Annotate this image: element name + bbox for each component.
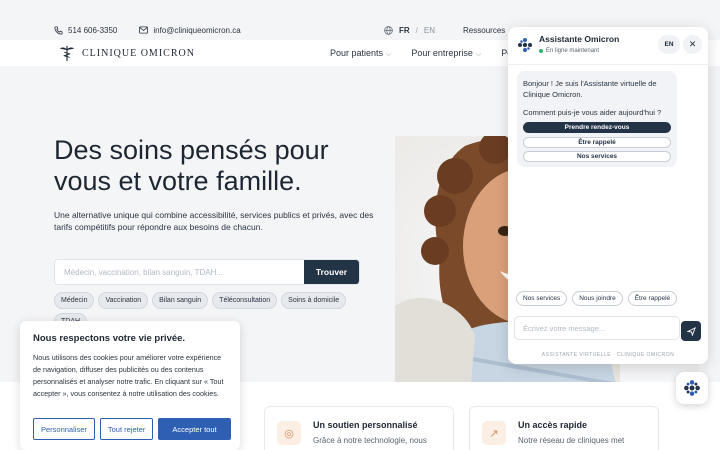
quick-reply-contact[interactable]: Nous joindre [572,291,623,306]
caduceus-icon [59,45,75,62]
quick-reply-services[interactable]: Nos services [516,291,568,306]
chat-launcher-button[interactable] [676,372,708,404]
email-address: info@cliniqueomicron.ca [153,25,241,35]
cookie-title: Nous respectons votre vie privée. [33,333,186,344]
lang-fr[interactable]: FR [399,26,410,35]
chip-vaccination[interactable]: Vaccination [98,292,149,309]
phone-icon [54,25,63,35]
chip-teleconsultation[interactable]: Téléconsultation [212,292,278,309]
nav-item-patients[interactable]: Pour patients ⌵ [330,48,391,59]
quick-replies: Nos services Nous joindre Être rappelé [516,291,678,306]
message-input[interactable] [515,317,679,339]
chevron-down-icon: ⌵ [386,51,392,58]
phone-number: 514 606-3350 [68,25,118,35]
target-icon: ◎ [277,421,301,445]
cookie-banner: Nous respectons votre vie privée. Nous u… [20,321,240,450]
chat-footer: ASSISTANTE VIRTUELLE · CLINIQUE OMICRON [541,352,675,358]
search-input[interactable] [55,260,304,284]
feature-desc: Notre réseau de cliniques met [518,436,625,445]
nav-label: Pour patients [330,48,384,58]
quick-reply-callback[interactable]: Être rappelé [627,291,678,306]
nav-label: Pour entreprise [411,48,473,58]
online-status: En ligne maintenant [539,48,599,54]
resources-link[interactable]: Ressources [463,26,505,35]
assistant-logo-icon [518,38,532,52]
feature-card: ↗ Un accès rapide Notre réseau de cliniq… [469,406,659,450]
chat-widget: Assistante Omicron En ligne maintenant E… [508,27,708,364]
chat-header: Assistante Omicron En ligne maintenant E… [508,27,708,65]
main-nav: Pour patients⌵ Pour entreprise⌵ Porta [330,48,523,59]
question-text: Comment puis-je vous aider aujourd'hui ? [523,108,662,117]
assistant-name: Assistante Omicron [539,34,620,44]
customize-button[interactable]: Personnaliser [33,418,95,440]
external-link-icon: ↗ [482,421,506,445]
assistant-logo-icon [684,380,700,396]
lang-en[interactable]: EN [424,26,435,35]
search-button[interactable]: Trouver [304,260,359,284]
globe-icon [384,25,393,35]
mail-icon [139,26,149,34]
message-composer [514,316,680,340]
logo-text: Clinique Omicron [82,47,195,59]
phone-link[interactable]: 514 606-3350 [54,26,117,35]
hero-title: Des soins pensés pour vous et votre fami… [54,135,329,196]
chip-bilan-sanguin[interactable]: Bilan sanguin [152,292,209,309]
chat-language-button[interactable]: EN [658,35,680,54]
callback-button[interactable]: Être rappelé [523,137,671,148]
chip-soins-domicile[interactable]: Soins à domicile [281,292,347,309]
greeting-text: Bonjour ! Je suis l'Assistante virtuelle… [523,79,657,99]
feature-card: ◎ Un soutien personnalisé Grâce à notre … [264,406,454,450]
search-bar: Trouver [54,259,360,285]
email-link[interactable]: info@cliniqueomicron.ca [139,25,241,35]
close-icon[interactable]: ✕ [683,35,702,54]
lang-separator: / [415,25,418,35]
feature-desc: Grâce à notre technologie, nous [313,436,427,445]
accept-all-button[interactable]: Accepter tout [158,418,231,440]
chevron-down-icon: ⌵ [475,51,482,58]
site-logo[interactable]: Clinique Omicron [58,44,195,62]
services-button[interactable]: Nos services [523,151,671,162]
send-icon[interactable] [681,321,701,341]
hero-subtitle: Une alternative unique qui combine acces… [54,210,374,232]
status-dot [539,49,543,53]
reject-all-button[interactable]: Tout rejeter [99,418,154,440]
book-appointment-button[interactable]: Prendre rendez-vous [523,122,671,133]
feature-title: Un accès rapide [518,420,588,430]
cookie-body: Nous utilisons des cookies pour améliore… [33,353,224,398]
nav-item-entreprise[interactable]: Pour entreprise ⌵ [411,48,481,59]
feature-title: Un soutien personnalisé [313,420,418,430]
chip-medecin[interactable]: Médecin [54,292,95,309]
status-text: En ligne maintenant [546,48,600,54]
